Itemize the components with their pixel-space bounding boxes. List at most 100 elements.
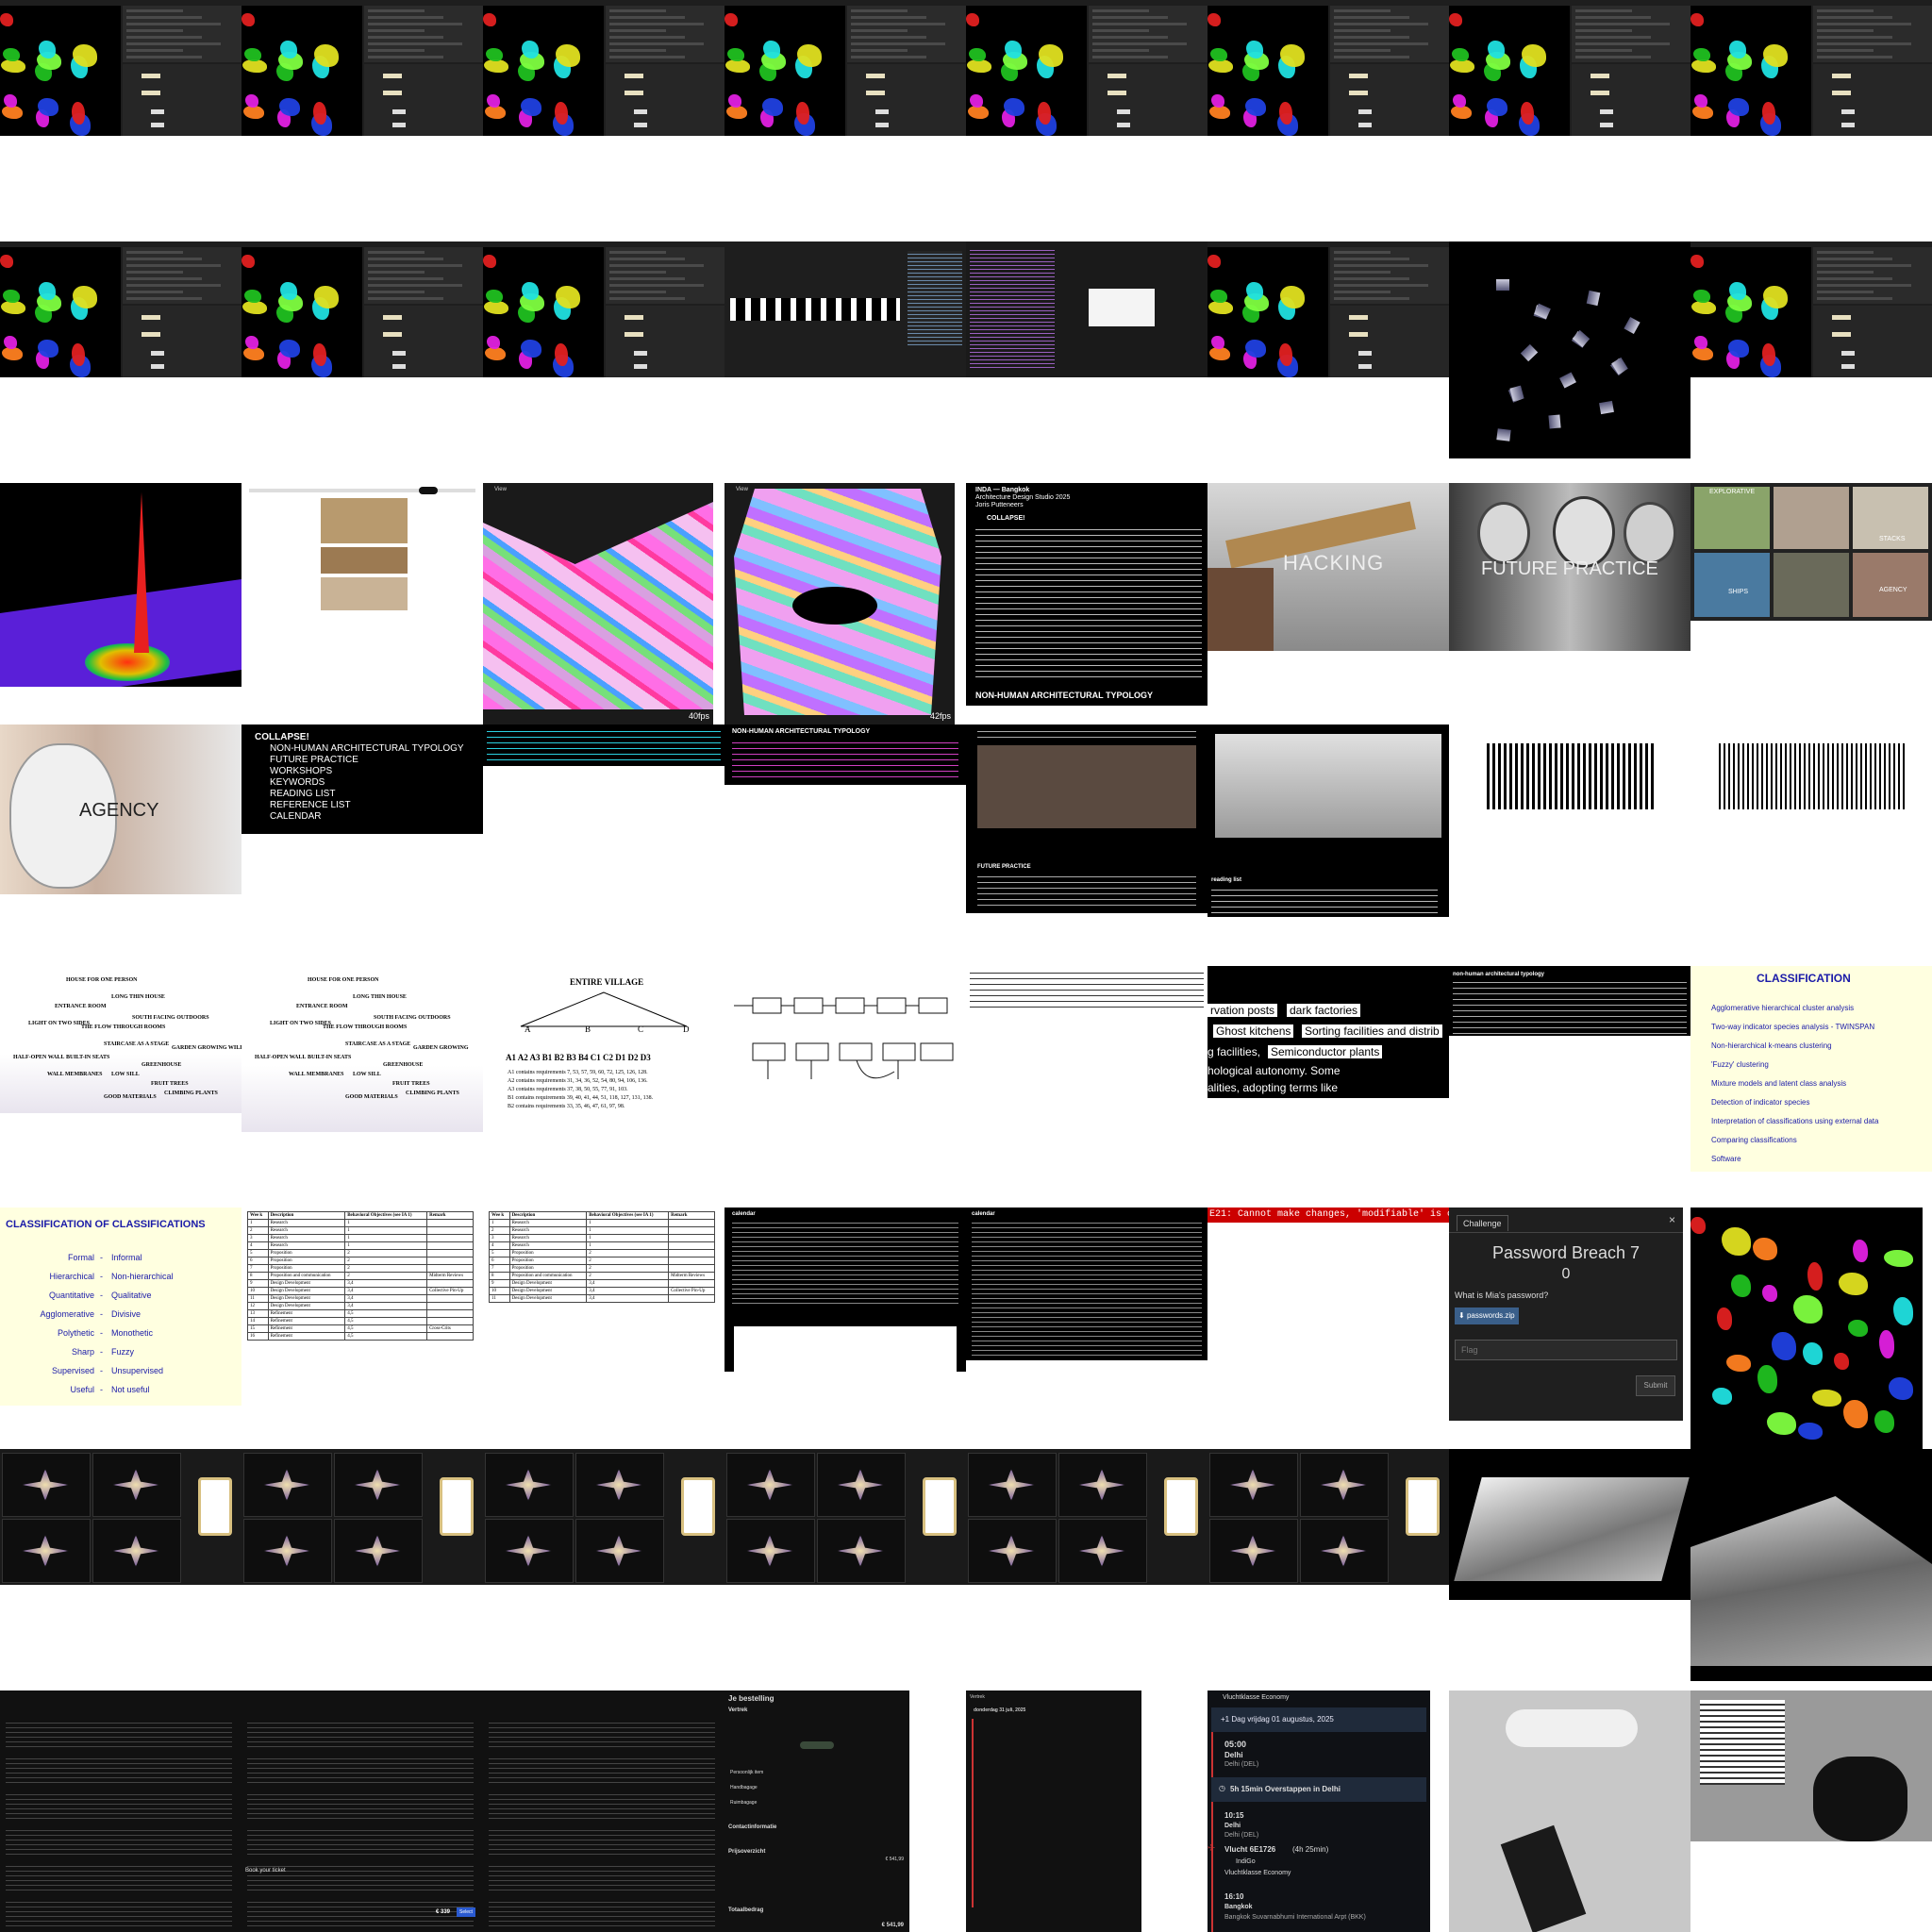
parameter-row[interactable] <box>1334 36 1409 39</box>
viewport[interactable] <box>1209 1519 1298 1583</box>
flight-leg[interactable] <box>6 1862 232 1890</box>
viewport[interactable] <box>1690 6 1811 136</box>
graph-node[interactable] <box>1591 74 1609 78</box>
graph-node[interactable] <box>1841 123 1855 127</box>
parameter-panel[interactable] <box>606 6 724 62</box>
parameter-row[interactable] <box>368 9 425 12</box>
graph-node[interactable] <box>1600 109 1613 114</box>
node-graph[interactable] <box>1813 306 1932 377</box>
parameter-row[interactable] <box>126 16 202 19</box>
flight-leg[interactable] <box>247 1790 474 1819</box>
graph-node[interactable] <box>151 351 164 356</box>
parameter-row[interactable] <box>609 251 666 254</box>
parameter-row[interactable] <box>368 251 425 254</box>
graph-node[interactable] <box>1349 315 1368 320</box>
parameter-row[interactable] <box>1575 36 1651 39</box>
viewport[interactable] <box>0 6 121 136</box>
parameter-row[interactable] <box>1334 49 1391 52</box>
parameter-row[interactable] <box>1817 277 1892 280</box>
parameter-row[interactable] <box>1334 42 1428 45</box>
parameter-row[interactable] <box>609 16 685 19</box>
parameter-row[interactable] <box>1575 23 1670 25</box>
graph-node[interactable] <box>383 74 402 78</box>
parameter-row[interactable] <box>1575 9 1632 12</box>
flight-leg[interactable] <box>489 1755 715 1783</box>
node-graph[interactable] <box>1813 64 1932 136</box>
node-graph[interactable] <box>123 306 242 377</box>
graph-node[interactable] <box>392 351 406 356</box>
graph-node[interactable] <box>1841 351 1855 356</box>
viewport[interactable] <box>243 1453 332 1517</box>
graph-node[interactable] <box>875 123 889 127</box>
parameter-row[interactable] <box>368 271 425 274</box>
parameter-row[interactable] <box>851 16 926 19</box>
graph-node[interactable] <box>875 109 889 114</box>
node-graph[interactable] <box>606 306 724 377</box>
graph-node[interactable] <box>1600 123 1613 127</box>
parameter-row[interactable] <box>609 271 666 274</box>
graph-node[interactable] <box>1841 364 1855 369</box>
parameter-row[interactable] <box>368 36 443 39</box>
parameter-row[interactable] <box>368 297 443 300</box>
node-graph[interactable] <box>123 64 242 136</box>
node-graph[interactable] <box>1330 306 1449 377</box>
graph-node[interactable] <box>1117 123 1130 127</box>
parameter-row[interactable] <box>368 277 443 280</box>
parameter-row[interactable] <box>1817 29 1874 32</box>
tab-challenge[interactable]: Challenge <box>1457 1215 1508 1231</box>
select-button[interactable]: Select <box>457 1907 475 1917</box>
parameter-row[interactable] <box>1334 277 1409 280</box>
graph-node[interactable] <box>151 123 164 127</box>
parameter-row[interactable] <box>368 23 462 25</box>
parameter-row[interactable] <box>1334 56 1409 58</box>
parameter-row[interactable] <box>609 23 704 25</box>
graph-node[interactable] <box>1117 109 1130 114</box>
graph-node[interactable] <box>392 364 406 369</box>
graph-node[interactable] <box>625 91 643 95</box>
graph-node[interactable] <box>1349 91 1368 95</box>
parameter-row[interactable] <box>368 291 425 293</box>
parameter-row[interactable] <box>609 36 685 39</box>
parameter-row[interactable] <box>1575 42 1670 45</box>
parameter-row[interactable] <box>609 291 666 293</box>
parameter-panel[interactable] <box>1572 6 1690 62</box>
flight-leg[interactable] <box>247 1862 474 1890</box>
close-icon[interactable]: × <box>1669 1213 1675 1226</box>
viewport[interactable] <box>1058 1519 1147 1583</box>
viewport[interactable] <box>726 1453 815 1517</box>
parameter-row[interactable] <box>1092 49 1149 52</box>
parameter-row[interactable] <box>1817 42 1911 45</box>
parameter-row[interactable] <box>1575 16 1651 19</box>
graph-node[interactable] <box>1358 109 1372 114</box>
parameter-row[interactable] <box>1817 271 1874 274</box>
code-panel[interactable] <box>908 251 962 345</box>
viewport[interactable] <box>1209 1453 1298 1517</box>
graph-node[interactable] <box>392 123 406 127</box>
parameter-row[interactable] <box>126 264 221 267</box>
viewport[interactable] <box>242 247 362 377</box>
graph-node[interactable] <box>1841 109 1855 114</box>
parameter-row[interactable] <box>126 36 202 39</box>
menu-item-reference-list[interactable]: REFERENCE LIST <box>270 800 351 810</box>
parameter-panel[interactable] <box>364 247 483 304</box>
parameter-panel[interactable] <box>123 247 242 304</box>
flight-leg[interactable] <box>6 1755 232 1783</box>
graph-node[interactable] <box>383 332 402 337</box>
parameter-row[interactable] <box>126 9 183 12</box>
graph-node[interactable] <box>1108 91 1126 95</box>
parameter-row[interactable] <box>368 29 425 32</box>
viewport[interactable] <box>968 1453 1057 1517</box>
parameter-row[interactable] <box>1334 23 1428 25</box>
parameter-row[interactable] <box>1817 258 1892 260</box>
graph-node[interactable] <box>142 91 160 95</box>
parameter-row[interactable] <box>851 9 908 12</box>
parameter-row[interactable] <box>1092 23 1187 25</box>
graph-node[interactable] <box>142 74 160 78</box>
parameter-row[interactable] <box>1817 251 1874 254</box>
graph-node[interactable] <box>1349 74 1368 78</box>
parameter-row[interactable] <box>126 42 221 45</box>
parameter-row[interactable] <box>1092 16 1168 19</box>
flag-input[interactable] <box>1455 1340 1677 1360</box>
parameter-row[interactable] <box>1334 258 1409 260</box>
menu-item-typology[interactable]: NON-HUMAN ARCHITECTURAL TYPOLOGY <box>270 743 464 754</box>
